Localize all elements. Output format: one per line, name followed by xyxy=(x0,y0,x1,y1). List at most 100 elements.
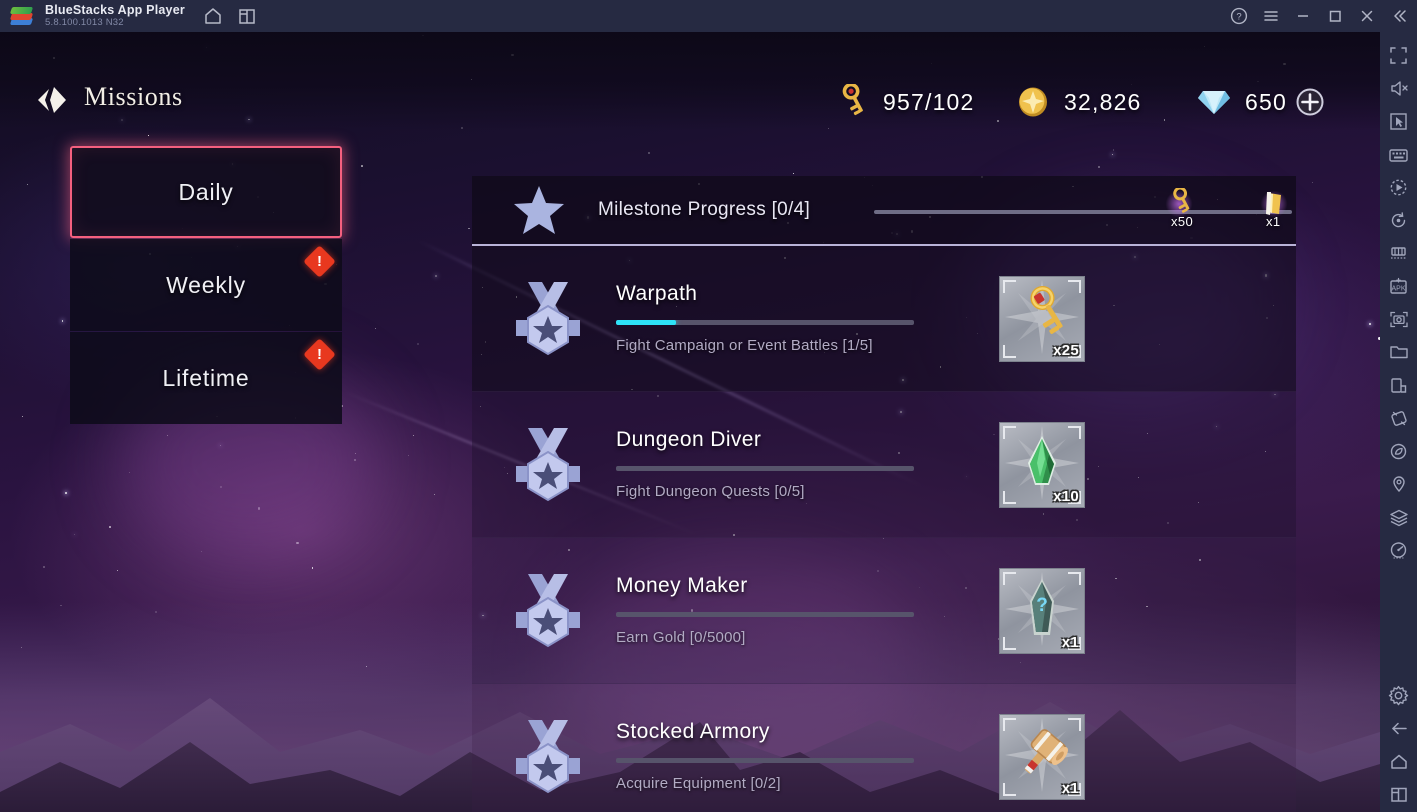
window-controls: ? xyxy=(1223,0,1417,32)
missions-panel: Milestone Progress [0/4] x50 x1 Warpath … xyxy=(472,176,1296,812)
bluestacks-version: 5.8.100.1013 N32 xyxy=(45,17,124,29)
back-button[interactable] xyxy=(36,84,70,116)
tab-weekly-label: Weekly xyxy=(166,271,246,298)
trim-icon[interactable] xyxy=(1384,403,1414,433)
home-icon[interactable] xyxy=(203,6,223,26)
app-window-icon[interactable] xyxy=(1384,370,1414,400)
mission-title: Warpath xyxy=(616,281,698,305)
bluestacks-window: Missions 957/102 32,826 650 Daily Weekly… xyxy=(0,0,1417,812)
help-icon[interactable]: ? xyxy=(1223,0,1255,32)
location-icon[interactable] xyxy=(1384,469,1414,499)
mission-row[interactable]: Dungeon Diver Fight Dungeon Quests [0/5] xyxy=(472,392,1296,538)
mission-info: Dungeon Diver Fight Dungeon Quests [0/5] xyxy=(616,428,916,501)
game-header: Missions 957/102 32,826 650 xyxy=(0,32,1380,130)
mission-row[interactable]: Money Maker Earn Gold [0/5000] ? x1 xyxy=(472,538,1296,684)
mission-title: Stocked Armory xyxy=(616,720,770,744)
tab-lifetime[interactable]: Lifetime ! xyxy=(70,332,342,424)
back-arrow-icon[interactable] xyxy=(1384,713,1414,743)
mystery-crystal-icon: ? xyxy=(1030,578,1054,635)
mission-description: Fight Dungeon Quests [0/5] xyxy=(616,482,805,500)
macro-record-icon[interactable] xyxy=(1384,172,1414,202)
key-icon xyxy=(1030,285,1063,334)
key-icon xyxy=(842,84,863,116)
gold-currency[interactable]: 32,826 xyxy=(1015,84,1142,120)
mission-progress-bar xyxy=(616,611,914,617)
tab-weekly-badge-text: ! xyxy=(317,253,322,270)
diamond-icon xyxy=(1198,91,1230,114)
titlebar-nav-icons xyxy=(203,6,257,26)
minimize-icon[interactable] xyxy=(1287,0,1319,32)
game-viewport: Missions 957/102 32,826 650 Daily Weekly… xyxy=(0,32,1380,812)
tab-lifetime-alert-badge: ! xyxy=(303,338,336,371)
mission-reward[interactable]: x25 xyxy=(999,276,1085,362)
milestone-label: Milestone Progress [0/4] xyxy=(598,199,811,220)
menu-icon[interactable] xyxy=(1255,0,1287,32)
bluestacks-title-group: BlueStacks App Player 5.8.100.1013 N32 xyxy=(45,2,185,29)
install-apk-icon[interactable]: APK xyxy=(1384,271,1414,301)
milestone-node-1-amount: x50 xyxy=(1171,214,1194,229)
gem-currency-value: 650 xyxy=(1245,88,1287,115)
gem-currency[interactable]: 650 xyxy=(1196,84,1324,120)
mission-row[interactable]: Warpath Fight Campaign or Event Battles … xyxy=(472,246,1296,392)
gold-currency-value: 32,826 xyxy=(1064,88,1142,115)
close-icon[interactable] xyxy=(1351,0,1383,32)
keyboard-controls-icon[interactable] xyxy=(1384,139,1414,169)
bluestacks-app-title: BlueStacks App Player xyxy=(45,2,185,17)
multi-instance-icon[interactable] xyxy=(237,6,257,26)
mission-info: Stocked Armory Acquire Equipment [0/2] xyxy=(616,720,916,793)
screenshot-icon[interactable] xyxy=(1384,304,1414,334)
svg-text:?: ? xyxy=(1036,595,1048,616)
cursor-icon[interactable] xyxy=(1384,106,1414,136)
mission-description: Earn Gold [0/5000] xyxy=(616,628,746,646)
key-currency[interactable]: 957/102 xyxy=(830,84,975,120)
tab-weekly-alert-badge: ! xyxy=(303,245,336,278)
tab-lifetime-badge-text: ! xyxy=(317,346,322,363)
star-icon xyxy=(514,186,564,234)
mission-reward[interactable]: ? x1 xyxy=(999,568,1085,654)
mission-progress-bar xyxy=(616,465,914,471)
tab-weekly[interactable]: Weekly ! xyxy=(70,239,342,331)
android-home-icon[interactable] xyxy=(1384,746,1414,776)
milestone-progress-track: x50 x1 xyxy=(874,188,1292,229)
maximize-icon[interactable] xyxy=(1319,0,1351,32)
rotate-icon[interactable] xyxy=(1384,205,1414,235)
mission-reward-quantity: x1 xyxy=(1061,634,1079,651)
tab-daily[interactable]: Daily xyxy=(70,146,342,238)
mission-progress-bar xyxy=(616,319,914,325)
hammer-icon xyxy=(1024,728,1068,774)
eco-mode-icon[interactable] xyxy=(1384,436,1414,466)
green-crystal-icon xyxy=(1028,435,1056,485)
settings-gear-icon[interactable] xyxy=(1384,680,1414,710)
bluestacks-logo-icon xyxy=(9,3,35,29)
mute-icon[interactable] xyxy=(1384,73,1414,103)
mission-reward-quantity: x1 xyxy=(1061,780,1079,797)
milestone-node-2-amount: x1 xyxy=(1266,214,1281,229)
mission-description: Acquire Equipment [0/2] xyxy=(616,775,781,793)
medal-icon xyxy=(516,427,580,501)
svg-text:APK: APK xyxy=(1391,285,1405,292)
tab-lifetime-label: Lifetime xyxy=(162,364,250,391)
mission-info: Money Maker Earn Gold [0/5000] xyxy=(616,574,916,647)
multi-instance-sync-icon[interactable] xyxy=(1384,238,1414,268)
layers-icon[interactable] xyxy=(1384,502,1414,532)
mission-reward-quantity: x10 xyxy=(1053,488,1079,505)
mission-info: Warpath Fight Campaign or Event Battles … xyxy=(616,282,916,355)
bluestacks-titlebar: BlueStacks App Player 5.8.100.1013 N32 ? xyxy=(0,0,1417,32)
add-gems-button[interactable] xyxy=(1296,88,1324,116)
collapse-icon[interactable] xyxy=(1383,0,1417,32)
milestone-node-1[interactable]: x50 xyxy=(1159,188,1199,229)
milestone-node-2[interactable]: x1 xyxy=(1254,188,1294,229)
mission-reward[interactable]: x10 xyxy=(999,422,1085,508)
mission-reward[interactable]: x1 xyxy=(999,714,1085,800)
android-recents-icon[interactable] xyxy=(1384,779,1414,809)
tab-daily-label: Daily xyxy=(178,178,234,205)
fullscreen-icon[interactable] xyxy=(1384,40,1414,70)
medal-icon xyxy=(516,281,580,355)
svg-text:?: ? xyxy=(1236,12,1241,23)
mission-progress-bar xyxy=(616,758,914,764)
mission-progress-fill xyxy=(616,319,676,325)
performance-icon[interactable] xyxy=(1384,535,1414,565)
media-folder-icon[interactable] xyxy=(1384,337,1414,367)
mission-row[interactable]: Stocked Armory Acquire Equipment [0/2] x… xyxy=(472,684,1296,812)
key-currency-value: 957/102 xyxy=(883,88,975,115)
